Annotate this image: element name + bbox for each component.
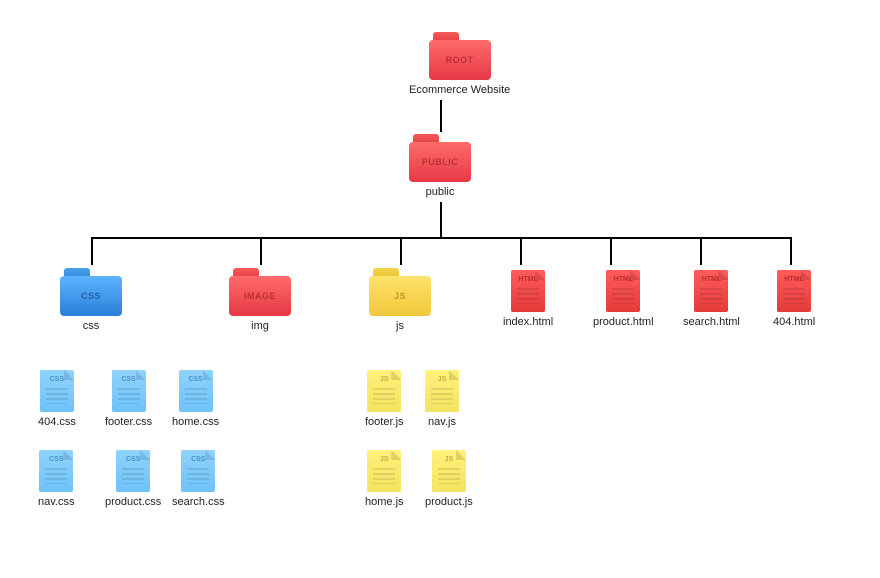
img-folder-node: IMAGE img	[229, 268, 291, 332]
css-file-label: product.css	[105, 496, 161, 508]
html-file-node: HTML search.html	[683, 270, 740, 328]
css-file-node: CSS nav.css	[38, 450, 74, 508]
css-file-label: search.css	[172, 496, 225, 508]
css-file-node: CSS 404.css	[38, 370, 76, 428]
css-file-node: CSS footer.css	[105, 370, 152, 428]
file-icon: CSS	[39, 450, 73, 492]
file-icon: JS	[432, 450, 466, 492]
file-icon: CSS	[179, 370, 213, 412]
folder-icon: ROOT	[429, 32, 491, 80]
js-file-label: nav.js	[428, 416, 456, 428]
html-file-label: search.html	[683, 316, 740, 328]
css-file-label: home.css	[172, 416, 219, 428]
file-icon: JS	[425, 370, 459, 412]
js-file-node: JS home.js	[365, 450, 404, 508]
js-folder-label: js	[396, 320, 404, 332]
folder-badge: PUBLIC	[422, 157, 459, 167]
folder-badge: JS	[394, 291, 406, 301]
css-file-label: 404.css	[38, 416, 76, 428]
file-icon: HTML	[606, 270, 640, 312]
html-file-label: 404.html	[773, 316, 815, 328]
folder-icon: CSS	[60, 268, 122, 316]
file-icon: CSS	[112, 370, 146, 412]
html-file-node: HTML index.html	[503, 270, 553, 328]
js-file-node: JS nav.js	[425, 370, 459, 428]
root-folder-label: Ecommerce Website	[409, 84, 510, 96]
file-icon: JS	[367, 370, 401, 412]
html-file-label: product.html	[593, 316, 654, 328]
folder-icon: IMAGE	[229, 268, 291, 316]
file-icon: HTML	[777, 270, 811, 312]
folder-icon: PUBLIC	[409, 134, 471, 182]
js-file-label: home.js	[365, 496, 404, 508]
css-file-node: CSS search.css	[172, 450, 225, 508]
js-folder-node: JS js	[369, 268, 431, 332]
file-icon: HTML	[694, 270, 728, 312]
js-file-label: product.js	[425, 496, 473, 508]
js-file-node: JS product.js	[425, 450, 473, 508]
file-icon: CSS	[181, 450, 215, 492]
css-file-label: footer.css	[105, 416, 152, 428]
js-file-node: JS footer.js	[365, 370, 404, 428]
public-folder-label: public	[426, 186, 455, 198]
public-folder-node: PUBLIC public	[409, 134, 471, 198]
html-file-label: index.html	[503, 316, 553, 328]
root-folder-node: ROOT Ecommerce Website	[409, 32, 510, 96]
js-file-label: footer.js	[365, 416, 404, 428]
file-icon: HTML	[511, 270, 545, 312]
html-file-node: HTML product.html	[593, 270, 654, 328]
folder-badge: CSS	[81, 291, 101, 301]
folder-badge: IMAGE	[244, 291, 276, 301]
css-file-label: nav.css	[38, 496, 74, 508]
file-icon: CSS	[116, 450, 150, 492]
folder-icon: JS	[369, 268, 431, 316]
css-file-node: CSS product.css	[105, 450, 161, 508]
html-file-node: HTML 404.html	[773, 270, 815, 328]
css-file-node: CSS home.css	[172, 370, 219, 428]
css-folder-node: CSS css	[60, 268, 122, 332]
css-folder-label: css	[83, 320, 100, 332]
file-icon: JS	[367, 450, 401, 492]
file-icon: CSS	[40, 370, 74, 412]
img-folder-label: img	[251, 320, 269, 332]
folder-badge: ROOT	[446, 55, 474, 65]
